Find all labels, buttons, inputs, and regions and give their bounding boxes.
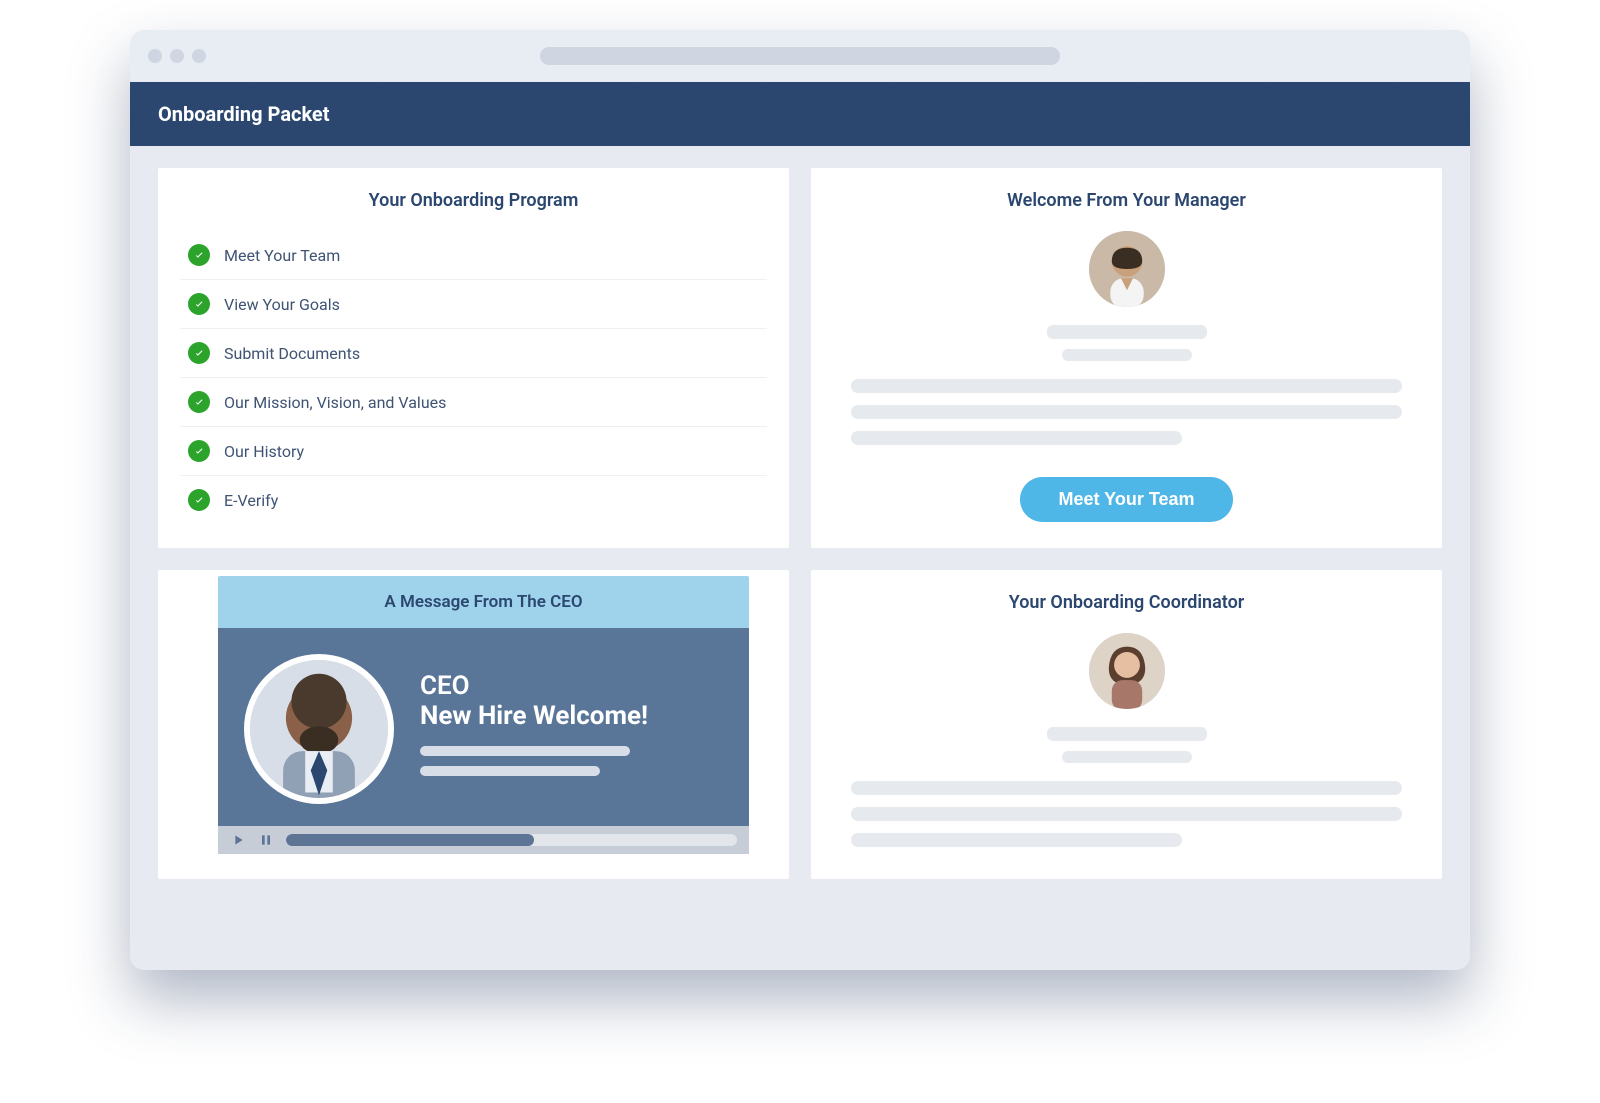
address-bar[interactable] (540, 47, 1060, 65)
browser-frame: Onboarding Packet Your Onboarding Progra… (130, 30, 1470, 970)
coordinator-avatar (1089, 633, 1165, 709)
checklist-item-label: E-Verify (224, 491, 278, 510)
manager-avatar (1089, 231, 1165, 307)
window-close-icon[interactable] (148, 49, 162, 63)
checklist-item-view-goals[interactable]: View Your Goals (180, 280, 767, 329)
window-zoom-icon[interactable] (192, 49, 206, 63)
checklist-item-label: Meet Your Team (224, 246, 340, 265)
checklist-item-label: View Your Goals (224, 295, 340, 314)
coordinator-card: Your Onboarding Coordinator (811, 570, 1442, 879)
app-viewport: Onboarding Packet Your Onboarding Progra… (130, 82, 1470, 970)
checklist-item-label: Our History (224, 442, 304, 461)
onboarding-program-card: Your Onboarding Program Meet Your Team V… (158, 168, 789, 548)
page-title: Onboarding Packet (158, 102, 330, 126)
checklist-item-meet-team[interactable]: Meet Your Team (180, 231, 767, 280)
coordinator-message-placeholder (811, 763, 1442, 853)
page-header: Onboarding Packet (130, 82, 1470, 146)
video-player-controls (218, 826, 749, 854)
check-circle-icon (188, 489, 210, 511)
window-controls (148, 49, 206, 63)
checklist-item-everify[interactable]: E-Verify (180, 476, 767, 524)
checklist-item-submit-docs[interactable]: Submit Documents (180, 329, 767, 378)
play-icon[interactable] (230, 832, 246, 848)
checklist-item-mission[interactable]: Our Mission, Vision, and Values (180, 378, 767, 427)
onboarding-checklist: Meet Your Team View Your Goals Submit Do… (158, 231, 789, 534)
check-circle-icon (188, 293, 210, 315)
ceo-title-line2: New Hire Welcome! (420, 702, 648, 732)
ceo-subtitle-placeholder (420, 766, 600, 776)
window-minimize-icon[interactable] (170, 49, 184, 63)
manager-welcome-title: Welcome From Your Manager (811, 168, 1442, 231)
manager-message-placeholder (811, 361, 1442, 451)
content-grid: Your Onboarding Program Meet Your Team V… (130, 146, 1470, 901)
onboarding-program-title: Your Onboarding Program (158, 168, 789, 231)
ceo-banner-title: A Message From The CEO (218, 576, 749, 628)
ceo-avatar (244, 654, 394, 804)
checklist-item-history[interactable]: Our History (180, 427, 767, 476)
ceo-video-preview[interactable]: CEO New Hire Welcome! (218, 628, 749, 826)
video-seek-progress (286, 834, 534, 846)
check-circle-icon (188, 391, 210, 413)
check-circle-icon (188, 244, 210, 266)
meet-your-team-button[interactable]: Meet Your Team (1020, 477, 1232, 522)
video-seek-track[interactable] (286, 834, 737, 846)
browser-titlebar (130, 30, 1470, 82)
checklist-item-label: Submit Documents (224, 344, 360, 363)
check-circle-icon (188, 440, 210, 462)
coordinator-name-placeholder (811, 727, 1442, 763)
checklist-item-label: Our Mission, Vision, and Values (224, 393, 446, 412)
manager-welcome-card: Welcome From Your Manager (811, 168, 1442, 548)
ceo-title-line1: CEO (420, 672, 648, 702)
pause-icon[interactable] (258, 832, 274, 848)
coordinator-title: Your Onboarding Coordinator (811, 570, 1442, 633)
check-circle-icon (188, 342, 210, 364)
ceo-subtitle-placeholder (420, 746, 630, 756)
manager-name-placeholder (811, 325, 1442, 361)
ceo-message-card: A Message From The CEO (158, 570, 789, 879)
ceo-video-title: CEO New Hire Welcome! (420, 672, 648, 786)
